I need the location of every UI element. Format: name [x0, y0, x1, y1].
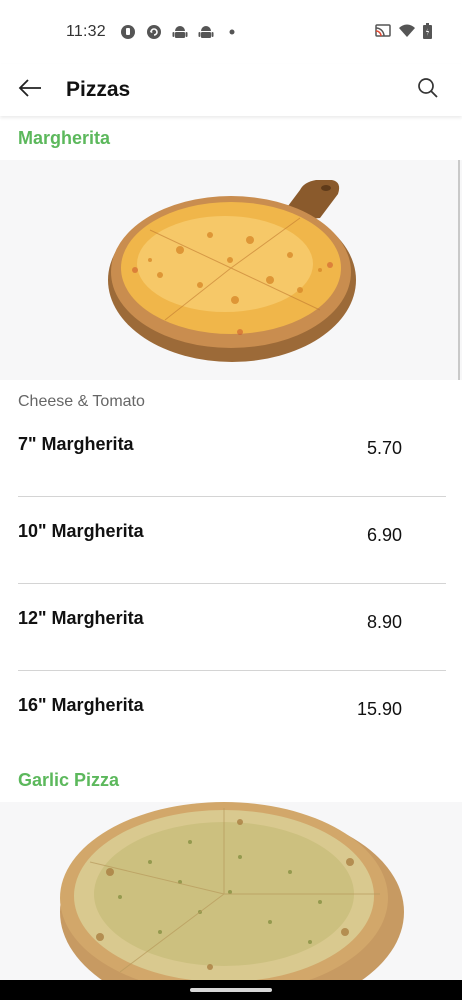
cast-icon	[375, 24, 391, 43]
scrollbar[interactable]	[458, 160, 460, 380]
home-gesture-handle[interactable]	[190, 988, 272, 992]
status-time: 11:32	[66, 23, 106, 40]
status-bar: 11:32	[0, 0, 462, 64]
menu-item-price: 5.70	[366, 438, 402, 458]
battery-icon	[423, 23, 432, 44]
menu-item-row[interactable]: 10" Margherita 6.90	[18, 497, 446, 584]
section-title-garlic-pizza: Garlic Pizza	[18, 770, 120, 790]
app-bar: Pizzas	[0, 64, 462, 116]
search-button[interactable]	[414, 76, 442, 104]
menu-item-name: 7" Margherita	[18, 434, 134, 454]
section-subtitle: Cheese & Tomato	[18, 393, 145, 410]
menu-item-row[interactable]: 16" Margherita 15.90	[18, 671, 446, 758]
search-icon	[417, 77, 439, 104]
menu-item-price: 6.90	[366, 525, 402, 545]
menu-item-name: 16" Margherita	[18, 695, 144, 715]
section-title-margherita: Margherita	[18, 128, 111, 148]
android-icon	[172, 24, 188, 40]
menu-item-row[interactable]: 7" Margherita 5.70	[18, 410, 446, 497]
margherita-pizza-image	[0, 160, 462, 380]
menu-item-price: 15.90	[356, 699, 402, 719]
android-icon	[198, 24, 214, 40]
app-notification-icon	[120, 24, 136, 40]
arrow-left-icon	[18, 78, 42, 103]
menu-item-name: 12" Margherita	[18, 608, 144, 628]
page-title: Pizzas	[66, 78, 131, 101]
menu-item-row[interactable]: 12" Margherita 8.90	[18, 584, 446, 671]
sync-icon	[146, 24, 162, 40]
more-dot-icon	[224, 24, 240, 40]
menu-item-name: 10" Margherita	[18, 521, 144, 541]
navigation-bar	[0, 980, 462, 1000]
garlic-pizza-image	[0, 802, 462, 980]
back-button[interactable]	[0, 64, 60, 116]
menu-item-price: 8.90	[366, 612, 402, 632]
menu-content[interactable]: Margherita Cheese & Tomato 7" Margherita…	[0, 116, 462, 980]
wifi-icon	[399, 24, 415, 43]
